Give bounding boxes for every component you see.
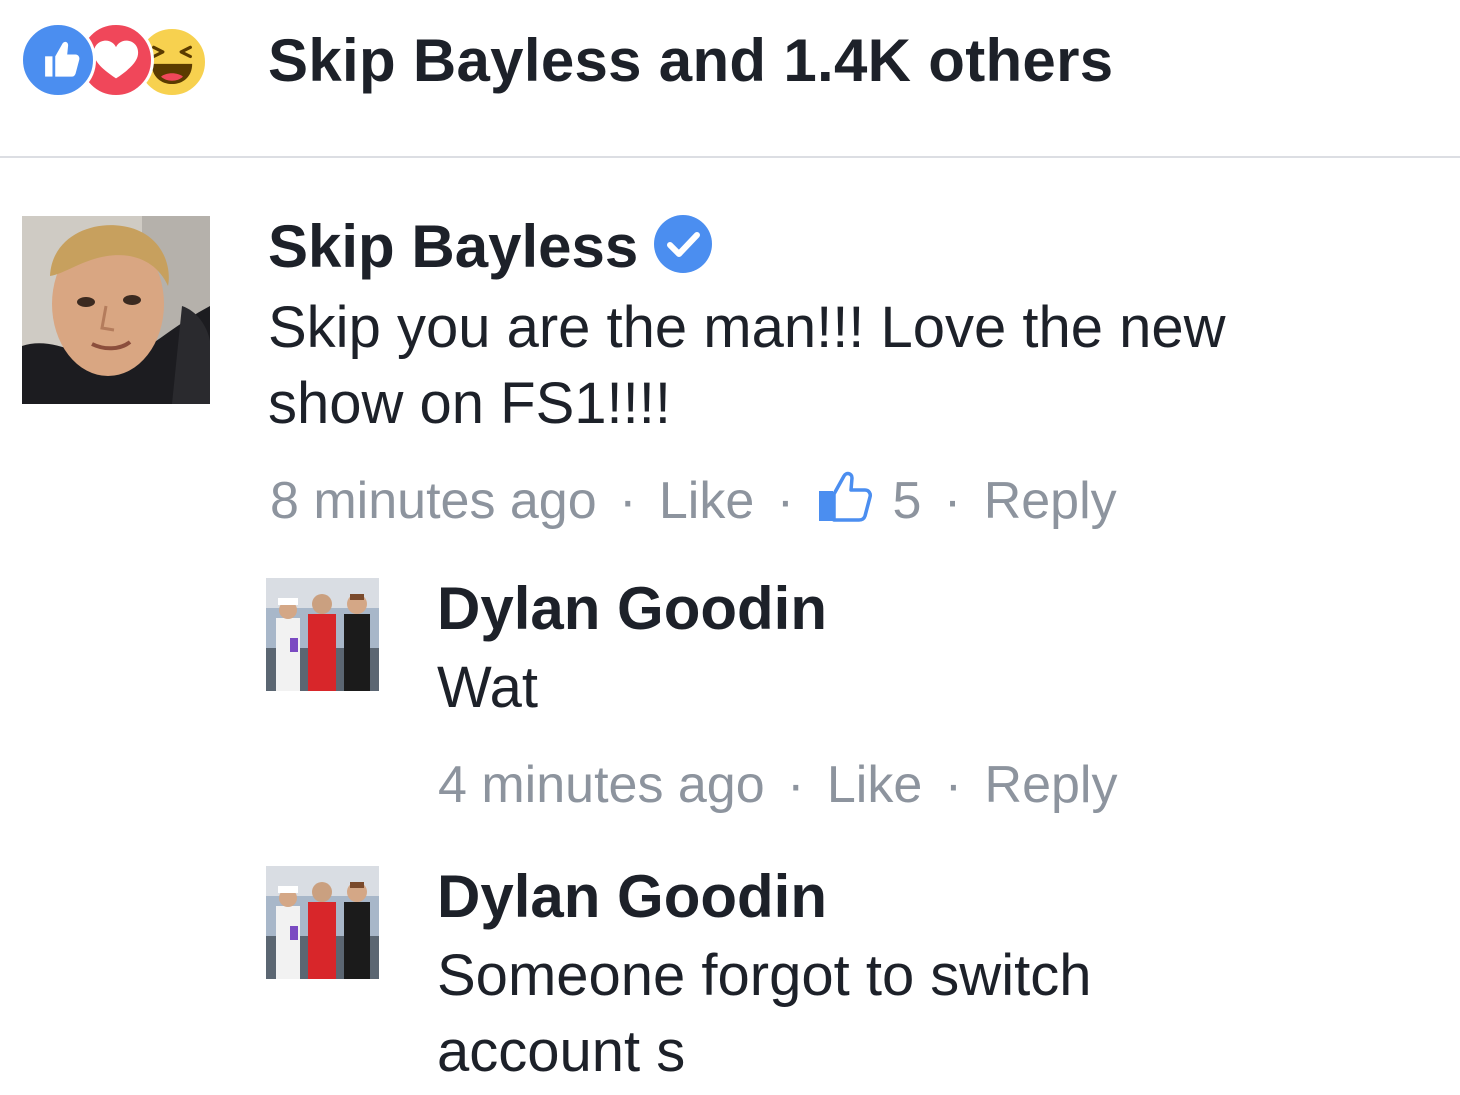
like-icon [20,22,96,98]
comment-line: Skip you are the man!!! Love the new [268,295,1226,360]
author-name[interactable]: Dylan Goodin [437,863,827,930]
thumbs-up-icon[interactable] [817,468,873,524]
separator: · [787,756,805,814]
comment-meta: 4 minutes ago · Like · Reply [438,755,1117,815]
reply-link[interactable]: Reply [984,472,1117,530]
comment-line: Wat [437,655,538,720]
timestamp[interactable]: 4 minutes ago [438,756,765,814]
separator: · [776,472,795,530]
like-link[interactable]: Like [827,756,922,814]
verified-badge-icon [654,215,713,273]
comment-author[interactable]: Dylan Goodin [437,574,827,644]
separator: · [619,472,637,530]
reactions-summary[interactable]: Skip Bayless and 1.4K others [268,26,1113,96]
timestamp[interactable]: 8 minutes ago [270,472,597,530]
comment-author[interactable]: Skip Bayless [268,212,713,282]
reaction-icons[interactable] [20,22,250,102]
comment-text: Someone forgot to switch account s [437,938,1091,1090]
author-name[interactable]: Dylan Goodin [437,575,827,642]
separator: · [943,472,962,530]
comment-line: Someone forgot to switch [437,943,1092,1008]
comment-text: Skip you are the man!!! Love the new sho… [268,290,1226,442]
comment-meta: 8 minutes ago · Like · 5 · Reply [270,468,1117,531]
comment-line: account s [437,1019,686,1084]
comment-text: Wat [437,650,538,726]
comment-author[interactable]: Dylan Goodin [437,862,827,932]
reactions-bar[interactable]: Skip Bayless and 1.4K others [0,0,1460,158]
avatar[interactable] [266,866,379,979]
like-count: 5 [892,472,922,530]
like-link[interactable]: Like [659,472,754,530]
separator: · [944,756,963,814]
reply-link[interactable]: Reply [985,756,1118,814]
comment-line: show on FS1!!!! [268,371,671,436]
author-name[interactable]: Skip Bayless [268,213,638,280]
avatar[interactable] [266,578,379,691]
avatar[interactable] [22,216,210,404]
